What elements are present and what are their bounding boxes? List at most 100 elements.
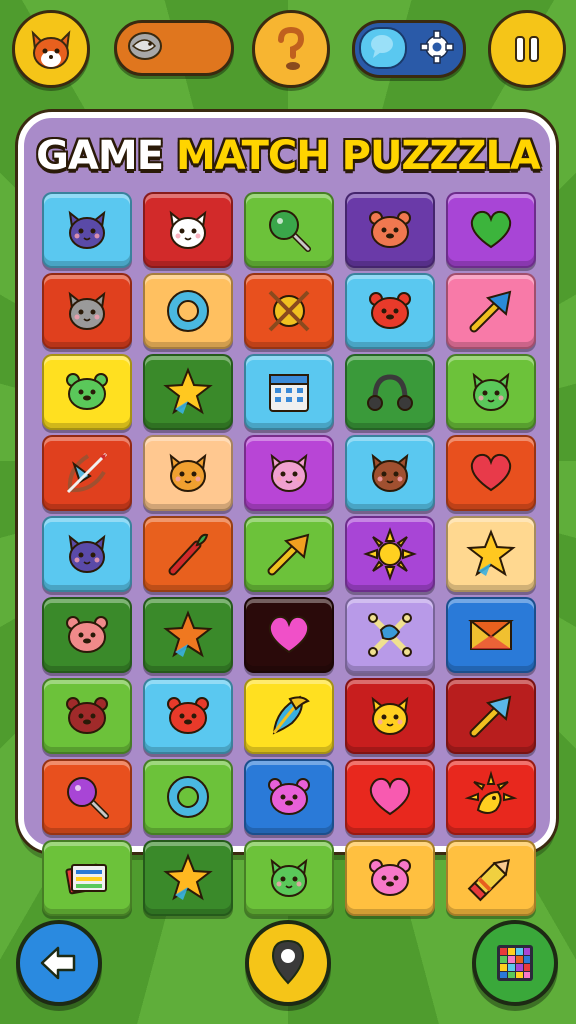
- bear-face-icon: [66, 697, 108, 734]
- cards-icon: [65, 863, 107, 895]
- tile-bear-face[interactable]: [42, 354, 132, 430]
- fish-coin-icon: [128, 32, 162, 60]
- envelope-icon: [468, 620, 514, 650]
- heart-icon: [470, 453, 512, 492]
- sun-bird-icon: [464, 770, 518, 814]
- tile-bear-face[interactable]: [345, 192, 435, 268]
- tile-crossed-bones[interactable]: [345, 597, 435, 673]
- tile-cat-face[interactable]: [42, 192, 132, 268]
- map-pin-icon: [271, 939, 305, 985]
- tile-star[interactable]: [143, 597, 233, 673]
- tile-magnifier[interactable]: [244, 192, 334, 268]
- tile-cat-face[interactable]: [143, 435, 233, 511]
- star-icon: [466, 529, 516, 577]
- tile-feather[interactable]: [244, 678, 334, 754]
- bow-icon: [66, 452, 108, 494]
- ring-icon: [167, 290, 209, 332]
- grid-icon: [497, 945, 533, 981]
- cat-face-icon: [68, 210, 106, 249]
- top-bar: [0, 0, 576, 100]
- cat-face-icon: [270, 858, 308, 897]
- star-icon: [163, 610, 213, 658]
- coin-counter[interactable]: [114, 20, 234, 76]
- tile-cat-face[interactable]: [244, 435, 334, 511]
- back-button[interactable]: [16, 920, 102, 1006]
- pause-button[interactable]: [488, 10, 566, 88]
- tile-torch[interactable]: [143, 516, 233, 592]
- arrow-icon: [469, 695, 512, 738]
- title-part-white: GAME: [36, 133, 176, 179]
- tile-heart[interactable]: [345, 759, 435, 835]
- cat-face-icon: [270, 453, 308, 492]
- tile-sun[interactable]: [345, 516, 435, 592]
- grid-button[interactable]: [472, 920, 558, 1006]
- tile-cards[interactable]: [42, 840, 132, 916]
- tile-cat-face[interactable]: [345, 435, 435, 511]
- tile-arrow[interactable]: [446, 678, 536, 754]
- title-part-yellow: MATCH PUZZZLA: [175, 133, 541, 179]
- tile-bear-face[interactable]: [42, 597, 132, 673]
- speech-bubble-icon: [371, 35, 393, 58]
- tile-star[interactable]: [143, 354, 233, 430]
- tile-crayon[interactable]: [446, 840, 536, 916]
- tile-cat-face[interactable]: [42, 273, 132, 349]
- tile-bear-face[interactable]: [42, 678, 132, 754]
- tile-ring[interactable]: [143, 273, 233, 349]
- star-icon: [163, 853, 213, 901]
- tile-headphones[interactable]: [345, 354, 435, 430]
- tile-heart[interactable]: [244, 597, 334, 673]
- tile-heart[interactable]: [446, 435, 536, 511]
- tile-orb-cross[interactable]: [244, 273, 334, 349]
- heart-icon: [369, 777, 411, 816]
- tile-sun-bird[interactable]: [446, 759, 536, 835]
- tile-heart[interactable]: [446, 192, 536, 268]
- tile-cat-face[interactable]: [143, 192, 233, 268]
- tile-bear-face[interactable]: [345, 273, 435, 349]
- bear-face-icon: [167, 697, 209, 734]
- feather-icon: [272, 695, 310, 735]
- tile-ring[interactable]: [143, 759, 233, 835]
- avatar-button[interactable]: [12, 10, 90, 88]
- tile-bow[interactable]: [42, 435, 132, 511]
- bear-face-icon: [66, 616, 108, 653]
- torch-icon: [168, 533, 209, 576]
- tile-envelope[interactable]: [446, 597, 536, 673]
- tile-cat-face[interactable]: [244, 840, 334, 916]
- tile-bear-face[interactable]: [143, 678, 233, 754]
- cat-face-icon: [472, 372, 510, 411]
- cat-face-icon: [169, 453, 207, 492]
- gear-icon[interactable]: [419, 29, 455, 65]
- headphones-icon: [367, 374, 413, 411]
- magnifier-icon: [67, 777, 109, 819]
- question-mark-icon: [278, 26, 305, 70]
- ring-icon: [167, 776, 209, 818]
- tile-star[interactable]: [143, 840, 233, 916]
- orb-cross-icon: [268, 290, 310, 332]
- tile-magnifier[interactable]: [42, 759, 132, 835]
- tile-cat-face[interactable]: [42, 516, 132, 592]
- tile-bear-face[interactable]: [244, 759, 334, 835]
- heart-icon: [470, 210, 512, 249]
- crossed-bones-icon: [368, 613, 412, 657]
- cat-face-icon: [68, 291, 106, 330]
- map-button[interactable]: [245, 920, 331, 1006]
- cat-face-icon: [169, 210, 207, 249]
- tile-arrow[interactable]: [446, 273, 536, 349]
- heart-icon: [268, 615, 310, 654]
- tile-arrow[interactable]: [244, 516, 334, 592]
- help-button[interactable]: [252, 10, 330, 88]
- tile-cat-face[interactable]: [446, 354, 536, 430]
- arrow-icon: [469, 290, 512, 333]
- bear-face-icon: [369, 292, 411, 329]
- tile-bear-face[interactable]: [345, 840, 435, 916]
- cat-face-icon: [68, 534, 106, 573]
- tile-calendar[interactable]: [244, 354, 334, 430]
- back-arrow-icon: [40, 946, 76, 980]
- settings-toggle[interactable]: [352, 20, 466, 78]
- pause-icon: [515, 36, 539, 62]
- tile-star[interactable]: [446, 516, 536, 592]
- bear-face-icon: [66, 373, 108, 410]
- sun-icon: [363, 527, 417, 581]
- bear-face-icon: [268, 778, 310, 815]
- tile-cat-face[interactable]: [345, 678, 435, 754]
